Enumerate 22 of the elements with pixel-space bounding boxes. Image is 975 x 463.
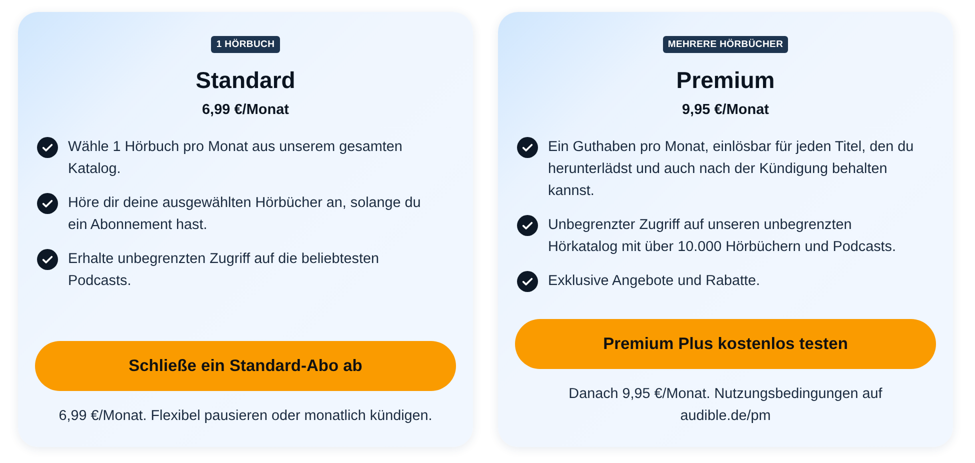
- subscribe-button[interactable]: Premium Plus kostenlos testen: [515, 319, 936, 369]
- check-icon: [517, 137, 538, 158]
- feature-text: Unbegrenzter Zugriff auf unseren unbegrenzten Hörkatalog mit über 10.000 Hörbüchern und Podcasts.: [548, 216, 897, 257]
- plan-title: Premium: [676, 67, 775, 94]
- check-icon: [517, 271, 538, 292]
- subscribe-button[interactable]: Schließe ein Standard-Abo ab: [35, 341, 456, 391]
- feature-text: Ein Guthaben pro Monat, einlösbar für jeden Titel, den du herunterlädst und auch nach der Kündigung behalten kannst.: [548, 138, 915, 201]
- plan-tag: 1 HÖRBUCH: [211, 36, 280, 53]
- plan-price: 6,99 €/Monat: [202, 102, 290, 118]
- check-icon: [37, 193, 58, 214]
- feature-text: Wähle 1 Hörbuch pro Monat aus unserem gesamten Katalog.: [68, 138, 404, 179]
- plan-title: Standard: [196, 67, 296, 94]
- feature-text: Erhalte unbegrenzten Zugriff auf die beliebtesten Podcasts.: [68, 250, 380, 291]
- plan-tag: MEHRERE HÖRBÜCHER: [662, 36, 788, 53]
- check-icon: [517, 215, 538, 236]
- pricing-note: Danach 9,95 €/Monat. Nutzungsbedingungen auf audible.de/pm: [568, 385, 884, 426]
- pricing-note: 6,99 €/Monat. Flexibel pausieren oder monatlich kündigen.: [58, 407, 432, 426]
- feature-text: Höre dir deine ausgewählten Hörbücher an, solange du ein Abonnement hast.: [68, 194, 422, 235]
- check-icon: [37, 137, 58, 158]
- check-icon: [37, 249, 58, 270]
- feature-text: Exklusive Angebote und Rabatte.: [548, 272, 760, 291]
- plan-price: 9,95 €/Monat: [682, 102, 770, 118]
